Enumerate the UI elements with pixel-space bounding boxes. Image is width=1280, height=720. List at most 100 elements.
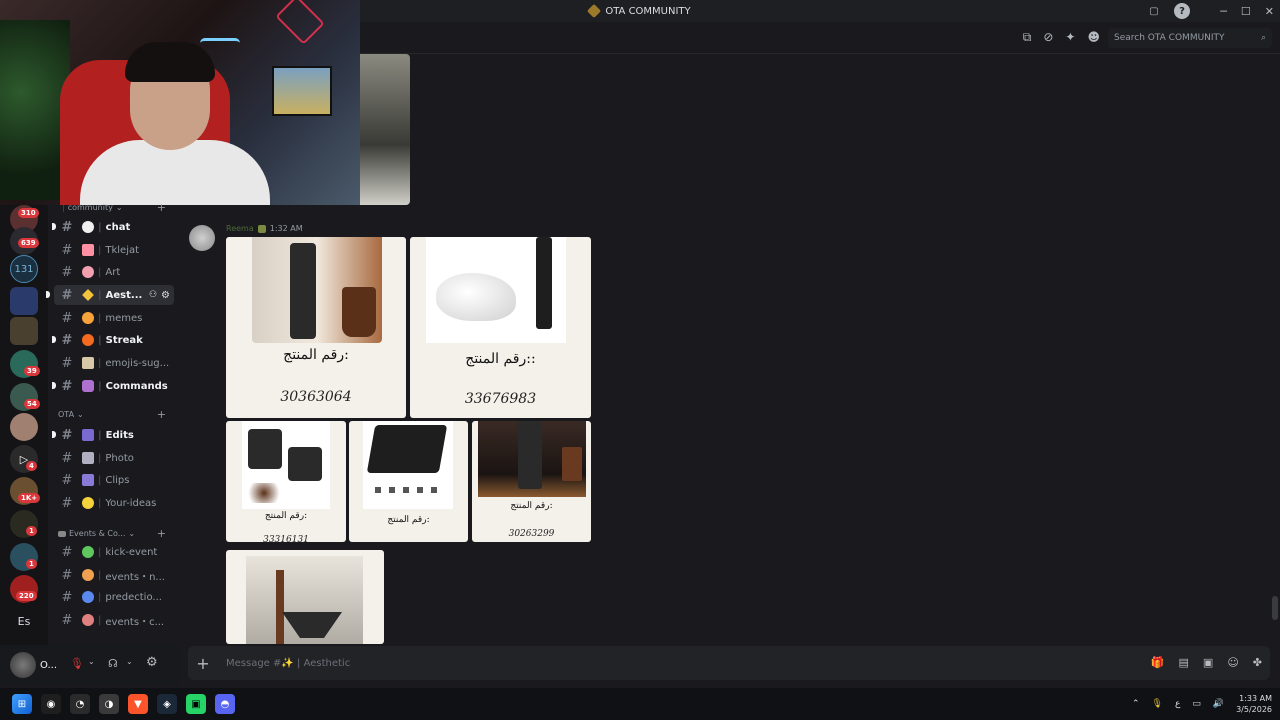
minimize-button[interactable]: ─ (1220, 5, 1227, 18)
server-icon[interactable] (10, 287, 38, 315)
microphone-icon[interactable]: 🎙 (1152, 699, 1163, 709)
search-input[interactable]: Search OTA COMMUNITY ⌕ (1108, 28, 1272, 48)
windows-start-icon[interactable]: ⊞ (12, 694, 32, 714)
gif-icon[interactable]: ▤ (1179, 656, 1189, 669)
volume-icon[interactable]: 🔊 (1213, 699, 1224, 709)
hash-icon: # (61, 544, 73, 560)
help-icon[interactable]: ? (1174, 3, 1190, 19)
channel-predictions[interactable]: # | predectio... (54, 587, 174, 607)
server-icon[interactable] (10, 413, 38, 441)
server-icon[interactable]: 1 (10, 543, 38, 571)
headphones-icon[interactable]: ☊ (108, 657, 118, 670)
person-hair (125, 42, 215, 82)
close-button[interactable]: ✕ (1265, 5, 1274, 18)
server-badge: 1K+ (18, 493, 41, 503)
person-shirt (80, 140, 270, 205)
server-icon[interactable]: Es (10, 607, 38, 635)
inbox-icon[interactable]: ▢ (1146, 3, 1162, 19)
channel-your-ideas[interactable]: # | Your-ideas (54, 493, 174, 513)
server-icon[interactable]: 1 (10, 510, 38, 538)
product-image[interactable]: رقم المنتج: 30263299 (472, 421, 591, 542)
channel-art[interactable]: # | Art (54, 262, 174, 282)
channel-events-n[interactable]: # | events・n... (54, 565, 174, 585)
product-image[interactable]: رقم المنتج: 33316131 (226, 421, 346, 542)
product-image[interactable]: رقم المنتج: (349, 421, 468, 542)
channel-aesthetic[interactable]: # | Aest... ⚇ ⚙ (46, 285, 174, 305)
notification-mute-icon[interactable]: ⊘ (1043, 30, 1053, 45)
chevron-down-icon[interactable]: ⌄ (126, 657, 133, 666)
category-ota[interactable]: OTA ⌄ (58, 410, 84, 419)
brave-browser-icon[interactable]: ▼ (128, 694, 148, 714)
unread-indicator (52, 223, 56, 230)
avatar[interactable] (10, 652, 36, 678)
app-icon[interactable]: ◑ (99, 694, 119, 714)
language-indicator[interactable]: ع (1175, 699, 1180, 709)
server-icon[interactable]: 220 (10, 575, 38, 603)
category-community[interactable]: | community ⌄ (62, 203, 123, 212)
channel-memes[interactable]: # | memes (54, 308, 174, 328)
party-icon (82, 569, 94, 581)
window-title: OTA COMMUNITY (605, 5, 691, 17)
channel-kick-event[interactable]: # | kick-event (54, 542, 174, 562)
channel-emojis-suggestions[interactable]: # | emojis-sug... (54, 353, 174, 373)
member-list-icon[interactable]: ☻ (1087, 30, 1100, 45)
previous-message-image[interactable] (360, 54, 410, 205)
gear-icon[interactable]: ⚙ (146, 655, 158, 670)
server-icon[interactable]: 1K+ (10, 477, 41, 505)
message-author[interactable]: Reema (226, 224, 254, 233)
server-icon[interactable]: 639 (10, 227, 39, 255)
gear-icon[interactable]: ⚙ (161, 290, 170, 301)
product-image[interactable]: رقم المنتج:: 33676983 (410, 237, 591, 418)
channel-clips[interactable]: # | Clips (54, 470, 174, 490)
chevron-down-icon[interactable]: ⌄ (88, 657, 95, 666)
discord-icon[interactable]: ◓ (215, 694, 235, 714)
channel-separator: | (98, 266, 102, 278)
app-icon[interactable]: ◔ (70, 694, 90, 714)
server-icon[interactable] (10, 317, 38, 345)
steam-icon[interactable]: ◈ (157, 694, 177, 714)
channel-tklejat[interactable]: # | Tklejat (54, 240, 174, 260)
channel-events-c[interactable]: # | events・c... (54, 610, 174, 630)
category-emoji-icon (58, 530, 66, 537)
emoji-icon[interactable]: ☺ (1227, 656, 1238, 669)
kick-icon[interactable]: ▣ (186, 694, 206, 714)
server-icon[interactable]: 39 (10, 350, 40, 378)
clock-time: 1:33 AM (1239, 694, 1272, 703)
server-icon[interactable]: 131 (10, 255, 38, 283)
server-icon[interactable]: 54 (10, 383, 40, 411)
channel-photo[interactable]: # | Photo (54, 448, 174, 468)
server-icon[interactable]: ▷ 4 (10, 445, 38, 473)
gift-icon[interactable]: 🎁 (1151, 656, 1165, 669)
channel-separator: | (98, 497, 102, 509)
white-dosing-cup (436, 273, 516, 321)
chevron-up-icon[interactable]: ⌃ (1132, 699, 1140, 709)
product-image[interactable]: رقم المنتج: 30363064 (226, 237, 406, 418)
network-icon[interactable]: ▭ (1192, 699, 1201, 709)
invite-icon[interactable]: ⚇ (149, 290, 157, 300)
attach-plus-button[interactable]: + (190, 654, 216, 673)
channel-chat[interactable]: # | chat (52, 217, 174, 237)
obs-icon[interactable]: ◉ (41, 694, 61, 714)
product-image[interactable] (226, 550, 384, 644)
message-input[interactable]: Message #✨ | Aesthetic (226, 658, 350, 669)
threads-icon[interactable]: ⧉ (1023, 30, 1032, 45)
unread-indicator (52, 431, 56, 438)
apps-icon[interactable]: ✤ (1253, 656, 1262, 669)
create-channel-button[interactable]: + (157, 408, 166, 421)
create-channel-button[interactable]: + (157, 201, 166, 214)
channel-edits[interactable]: # | Edits (52, 425, 174, 445)
maximize-button[interactable]: ☐ (1241, 5, 1251, 18)
mic-muted-icon[interactable]: 🎙 (70, 657, 84, 670)
dripper-cone (282, 612, 342, 638)
channel-commands[interactable]: # | Commands (52, 376, 174, 396)
clock[interactable]: 1:33 AM 3/5/2026 (1236, 693, 1272, 715)
sticker-icon[interactable]: ▣ (1203, 656, 1213, 669)
create-channel-button[interactable]: + (157, 527, 166, 540)
category-events[interactable]: Events & Co... ⌄ (58, 529, 135, 538)
scrollbar[interactable] (1272, 596, 1278, 620)
channel-streak[interactable]: # | Streak (52, 330, 174, 350)
pin-icon[interactable]: ✦ (1065, 30, 1075, 45)
avatar[interactable] (189, 225, 215, 251)
hash-icon: # (61, 310, 73, 326)
channel-separator: | (98, 380, 102, 392)
